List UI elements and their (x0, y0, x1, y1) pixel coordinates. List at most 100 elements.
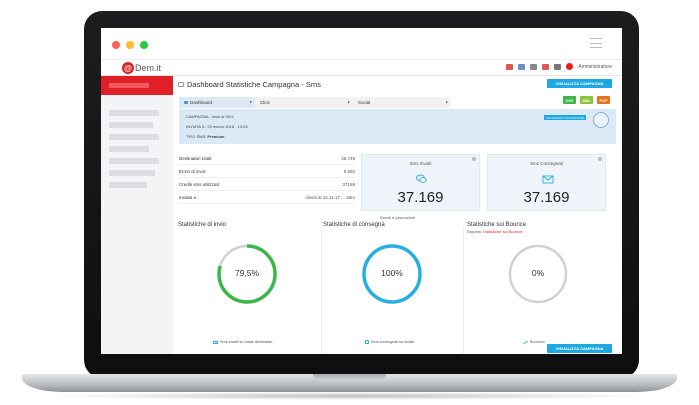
tab-label: Click (260, 100, 270, 105)
campaign-info-box: CAMPAGNA : Invio al 30% INVIATA IL: 29 m… (179, 109, 616, 144)
logo-mark: @ (122, 62, 134, 74)
app-header: @ Dem.it Amministratore (101, 60, 622, 76)
page-title-text: Dashboard Statistiche Campagna - Sms (187, 80, 321, 89)
gauge-value: 79,5% (234, 268, 260, 278)
card-icon[interactable] (530, 63, 538, 70)
bounce-export: Esporta: Statistiche sui Bounce (467, 229, 522, 234)
chevron-right-icon (348, 101, 350, 103)
browser-chrome (101, 28, 622, 60)
visualizza-campagna-bottom-button[interactable]: VISUALIZZA CAMPAGNA (547, 344, 612, 353)
sidebar-item[interactable] (109, 170, 155, 176)
logo[interactable]: @ Dem.it (122, 61, 161, 75)
laptop-notch (313, 374, 386, 380)
cloud-icon (184, 101, 188, 104)
sms-inviati-card: Sms Inviati 37.169 (361, 154, 480, 211)
envelope-icon (542, 175, 554, 184)
export-csv-button[interactable]: CSV (563, 96, 576, 104)
stats-label: Errori di invio: (179, 168, 207, 174)
footer-consegna: Sms consegnati su inviati (365, 340, 414, 344)
footer-text: Sms consegnati su inviati (371, 340, 414, 344)
stats-row: Errori di invio: 9.580 (179, 165, 355, 178)
bounce-export-link[interactable]: Statistiche sui Bounce (483, 229, 522, 234)
certified-seal-icon (593, 112, 609, 128)
card-value: 37.169 (397, 189, 444, 206)
screen: @ Dem.it Amministratore Dashboard Statis… (101, 28, 622, 354)
tab-label: Dashboard (190, 100, 213, 105)
chat-bubbles-icon (416, 174, 427, 183)
gauge-consegna: 100% (360, 242, 424, 311)
gauge-value: 100% (381, 268, 403, 278)
footer-bounce: Bounces (523, 340, 545, 344)
sidebar-item[interactable] (109, 146, 149, 152)
bounce-icon (523, 340, 528, 344)
footer-invio: Sms inviati su totale destinatari (213, 340, 272, 344)
logo-text: Dem.it (135, 63, 162, 73)
stats-row: Crediti sms utilizzati: 37169 (179, 178, 355, 191)
sms-type-value: Premium (207, 134, 225, 139)
maximize-window-button[interactable] (140, 41, 148, 49)
header-icons: Amministratore (506, 63, 612, 70)
bank-icon[interactable] (518, 63, 526, 70)
stats-table: Destinatari totali: 46.749 Errori di inv… (179, 152, 355, 204)
stats-label: Crediti sms utilizzati: (179, 181, 221, 187)
sms-consegnati-card: Sms Consegnati 37.169 (487, 154, 606, 211)
gauge-value: 0% (531, 268, 545, 278)
laptop-frame: @ Dem.it Amministratore Dashboard Statis… (0, 0, 699, 405)
close-window-button[interactable] (112, 41, 120, 49)
envelope-icon (213, 340, 218, 344)
stats-row: Destinatari totali: 46.749 (179, 152, 355, 165)
stats-value: 9.580 (343, 168, 355, 174)
export-label: Esporta: (467, 229, 482, 234)
user-label[interactable]: Amministratore (578, 64, 612, 70)
laptop-shadow (40, 392, 659, 400)
chevron-right-icon (446, 101, 448, 103)
divider (463, 226, 464, 354)
section-title-invio: Statistiche di invio (178, 222, 227, 228)
tab-social[interactable]: Social (353, 97, 451, 108)
section-title-consegna: Statistiche di consegna (323, 222, 385, 228)
export-xml-button[interactable]: XML (580, 96, 593, 104)
gear-icon[interactable] (554, 63, 562, 70)
sidebar (101, 76, 173, 354)
user-avatar[interactable] (566, 63, 574, 70)
sidebar-active-item[interactable] (101, 76, 173, 95)
stats-value: 46.749 (341, 155, 355, 161)
sidebar-item[interactable] (109, 110, 159, 116)
sms-type: TIPO SMS: Premium (186, 134, 224, 139)
footer-text: Bounces (530, 340, 545, 344)
footer-text: Sms inviati su totale destinatari (220, 340, 273, 344)
export-pdf-button[interactable]: PDF (597, 96, 610, 104)
card-label: Sms Inviati (409, 161, 432, 166)
stats-value: 37169 (342, 181, 355, 187)
sms-type-label: TIPO SMS: (186, 134, 207, 139)
tab-label: Social (358, 100, 371, 105)
glossary-badge[interactable]: GLOSSARIO STATISTICHE (544, 115, 586, 120)
sidebar-item[interactable] (109, 122, 153, 128)
minimize-window-button[interactable] (126, 41, 134, 49)
divider (321, 226, 322, 354)
card-value: 37.169 (523, 189, 570, 206)
browser-menu-icon[interactable] (590, 38, 602, 48)
tab-dashboard[interactable]: Dashboard (179, 97, 255, 108)
sidebar-item[interactable] (109, 182, 147, 188)
tab-bar: Dashboard Click Social (179, 97, 451, 108)
users-icon[interactable] (506, 63, 514, 70)
cart-icon[interactable] (542, 63, 550, 70)
stats-row: Inviata a : clienti al 12.11.17 ... altr… (179, 191, 355, 204)
stats-label: Destinatari totali: (179, 155, 213, 161)
tab-click[interactable]: Click (255, 97, 353, 108)
visualizza-campagna-button[interactable]: VISUALIZZA CAMPAGNA (547, 79, 612, 88)
main-content: Dashboard Statistiche Campagna - Sms VIS… (173, 76, 622, 354)
house-icon (365, 340, 369, 344)
recipients-dropdown[interactable]: clienti al 12.11.17 ... altro (305, 195, 355, 200)
section-title-bounce: Statistiche sui Bounce (467, 222, 527, 228)
gauge-invio: 79,5% (215, 242, 279, 311)
card-label: Sms Consegnati (529, 161, 564, 166)
chevron-right-icon (250, 101, 252, 103)
campaign-name: CAMPAGNA : Invio al 30% (186, 114, 234, 119)
page-title: Dashboard Statistiche Campagna - Sms (178, 80, 321, 89)
gauge-bounce: 0% (506, 242, 570, 311)
sidebar-item[interactable] (109, 134, 159, 140)
dashboard-icon (178, 82, 184, 87)
sidebar-item[interactable] (109, 158, 159, 164)
